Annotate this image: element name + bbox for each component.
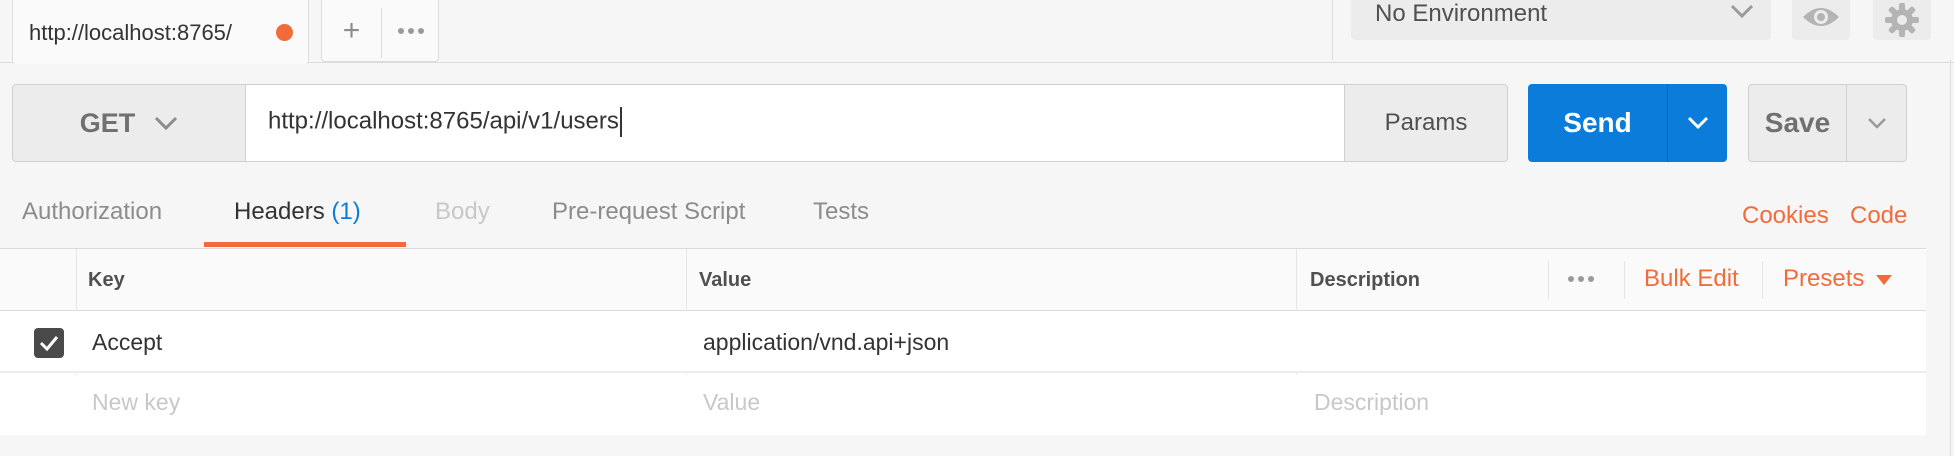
environment-select[interactable]: No Environment <box>1351 0 1771 40</box>
send-dropdown-button[interactable] <box>1668 84 1727 162</box>
table-header: Key Value Description Bulk Edit Presets <box>0 249 1926 311</box>
chevron-down-icon <box>1730 4 1754 19</box>
save-button[interactable]: Save <box>1748 84 1847 162</box>
tab-tests[interactable]: Tests <box>813 198 869 226</box>
tab-body[interactable]: Body <box>435 198 490 226</box>
method-select[interactable]: GET <box>12 84 246 162</box>
tab-actions: + <box>321 0 439 62</box>
caret-down-icon <box>1876 275 1892 285</box>
new-value-input[interactable]: Value <box>703 389 760 416</box>
text-caret <box>619 107 622 137</box>
header-key-cell[interactable]: Accept <box>92 329 162 356</box>
chevron-down-icon <box>1687 116 1708 130</box>
header-enabled-checkbox[interactable] <box>34 328 64 358</box>
gear-icon <box>1885 3 1919 37</box>
active-tab-indicator <box>204 242 406 247</box>
new-key-input[interactable]: New key <box>92 389 180 416</box>
column-options-button[interactable] <box>1568 269 1594 282</box>
method-label: GET <box>79 107 136 138</box>
chevron-down-icon <box>1867 118 1886 129</box>
request-tab[interactable]: http://localhost:8765/ <box>12 0 309 64</box>
request-tab-label: http://localhost:8765/ <box>29 20 233 45</box>
divider <box>1332 0 1333 60</box>
divider <box>1548 261 1549 299</box>
column-header-key: Key <box>88 269 125 291</box>
more-tabs-button[interactable] <box>382 0 440 62</box>
environment-select-label: No Environment <box>1375 0 1548 27</box>
divider <box>1762 261 1763 299</box>
bulk-edit-button[interactable]: Bulk Edit <box>1644 265 1739 293</box>
url-input[interactable]: http://localhost:8765/api/v1/users <box>245 84 1345 162</box>
table-row: Accept application/vnd.api+json <box>0 311 1926 373</box>
more-icon <box>1568 276 1594 282</box>
more-icon <box>398 28 424 34</box>
tab-headers-label: Headers <box>234 198 325 225</box>
column-header-value: Value <box>699 269 752 291</box>
code-link[interactable]: Code <box>1850 202 1907 230</box>
params-button[interactable]: Params <box>1344 84 1508 162</box>
settings-button[interactable] <box>1873 0 1931 40</box>
divider <box>1624 261 1625 299</box>
tab-authorization[interactable]: Authorization <box>22 198 162 226</box>
divider <box>1950 60 1951 456</box>
send-button[interactable]: Send <box>1528 84 1667 162</box>
tab-bar: http://localhost:8765/ + No Environment <box>0 0 1954 64</box>
new-description-input[interactable]: Description <box>1314 389 1429 416</box>
headers-count-badge: (1) <box>331 198 361 225</box>
save-dropdown-button[interactable] <box>1846 84 1907 162</box>
plus-icon: + <box>342 14 361 47</box>
headers-table: Key Value Description Bulk Edit Presets … <box>0 248 1926 435</box>
header-value-cell[interactable]: application/vnd.api+json <box>703 329 949 356</box>
new-tab-button[interactable]: + <box>322 0 381 62</box>
url-text: http://localhost:8765/api/v1/users <box>268 107 622 137</box>
table-row-new: New key Value Description <box>0 375 1926 435</box>
chevron-down-icon <box>155 116 178 131</box>
eye-icon <box>1803 8 1839 26</box>
tab-pre-request-script[interactable]: Pre-request Script <box>552 198 745 226</box>
presets-button[interactable]: Presets <box>1783 265 1864 293</box>
cookies-link[interactable]: Cookies <box>1742 202 1829 230</box>
tab-headers[interactable]: Headers (1) <box>234 198 361 226</box>
unsaved-changes-dot <box>276 24 293 41</box>
checkmark-icon <box>39 336 59 351</box>
url-value: http://localhost:8765/api/v1/users <box>268 107 619 135</box>
column-header-description: Description <box>1310 269 1421 291</box>
environment-quick-look-button[interactable] <box>1792 0 1850 40</box>
